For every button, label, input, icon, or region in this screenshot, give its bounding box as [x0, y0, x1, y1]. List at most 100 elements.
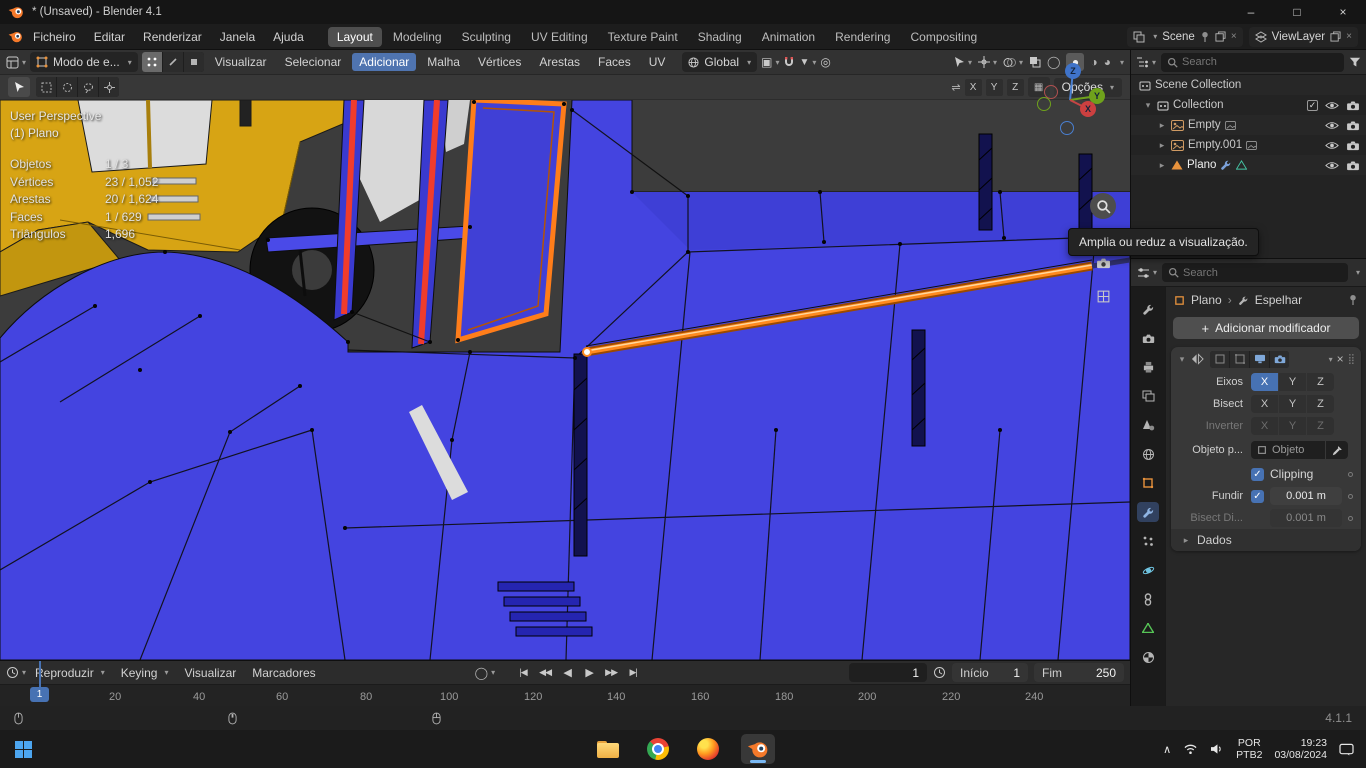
viewlayer-tab[interactable]: [1137, 386, 1159, 406]
menu-markers[interactable]: Marcadores: [245, 664, 322, 682]
orthographic-toggle-button[interactable]: [1090, 283, 1116, 309]
vertex-select-icon[interactable]: [141, 52, 162, 72]
merge-checkbox[interactable]: ✓: [1251, 489, 1264, 503]
clipping-checkbox[interactable]: ✓: [1251, 467, 1264, 481]
active-tool-icon[interactable]: [8, 77, 30, 97]
hide-eye-icon[interactable]: [1325, 161, 1339, 170]
breadcrumb-modifier[interactable]: Espelhar: [1255, 293, 1302, 307]
unlink-scene-icon[interactable]: ×: [1231, 31, 1237, 42]
hide-eye-icon[interactable]: [1325, 101, 1339, 110]
menu-keying[interactable]: Keying ▾: [114, 664, 176, 682]
workspace-tab-animation[interactable]: Animation: [753, 27, 824, 47]
menu-uv[interactable]: UV: [642, 53, 673, 71]
edge-select-icon[interactable]: [162, 52, 183, 72]
workspace-tab-sculpting[interactable]: Sculpting: [453, 27, 520, 47]
next-keyframe-button[interactable]: ▶▶: [601, 663, 622, 682]
menu-edit[interactable]: Editar: [86, 27, 133, 47]
editor-type-icon[interactable]: ▾: [6, 56, 26, 69]
tool-tab[interactable]: [1137, 299, 1159, 319]
realtime-toggle[interactable]: [1250, 350, 1269, 368]
firefox-icon[interactable]: [691, 734, 725, 764]
new-scene-icon[interactable]: [1215, 31, 1226, 42]
bisect-y-toggle[interactable]: Y: [1279, 395, 1306, 413]
scene-tab[interactable]: [1137, 415, 1159, 435]
hide-eye-icon[interactable]: [1325, 141, 1339, 150]
collapse-icon[interactable]: ▾: [1177, 354, 1187, 365]
axis-minus-y[interactable]: [1037, 97, 1051, 111]
particles-tab[interactable]: [1137, 531, 1159, 551]
autokey-toggle-icon[interactable]: ◯ ▾: [475, 666, 495, 680]
data-subpanel-header[interactable]: ▸ Dados: [1171, 529, 1361, 551]
menu-select[interactable]: Selecionar: [278, 53, 349, 71]
menu-add[interactable]: Adicionar: [352, 53, 417, 71]
cursor-tool-icon[interactable]: [99, 77, 119, 97]
menu-view[interactable]: Visualizar: [177, 664, 243, 682]
current-frame-field[interactable]: 1: [849, 663, 927, 682]
play-reverse-button[interactable]: ◀: [557, 663, 578, 682]
menu-face[interactable]: Faces: [591, 53, 638, 71]
mirror-x-toggle[interactable]: X: [964, 78, 982, 96]
transform-orientation-dropdown[interactable]: Global ▾: [682, 52, 758, 72]
disable-render-icon[interactable]: [1346, 120, 1360, 131]
collection-checkbox[interactable]: ✓: [1307, 99, 1318, 111]
outliner-search[interactable]: [1161, 52, 1344, 72]
keyframe-dot[interactable]: [1348, 493, 1353, 499]
properties-editor-icon[interactable]: ▾: [1137, 267, 1157, 279]
mirror-object-field[interactable]: Objeto: [1251, 441, 1325, 459]
menu-vertex[interactable]: Vértices: [471, 53, 528, 71]
modifiers-tab[interactable]: [1137, 502, 1159, 522]
outliner-editor-icon[interactable]: ▾: [1136, 56, 1156, 68]
axis-minus-x[interactable]: [1044, 85, 1058, 99]
properties-search[interactable]: [1162, 263, 1348, 282]
hide-eye-icon[interactable]: [1325, 121, 1339, 130]
new-viewlayer-icon[interactable]: [1330, 31, 1341, 42]
clock[interactable]: 19:23 03/08/2024: [1274, 737, 1327, 761]
render-toggle[interactable]: [1270, 350, 1289, 368]
pivot-point-dropdown[interactable]: ▣ ▾: [761, 55, 779, 69]
edit-mode-toggle[interactable]: [1230, 350, 1249, 368]
world-tab[interactable]: [1137, 444, 1159, 464]
merge-threshold-field[interactable]: 0.001 m: [1270, 487, 1342, 505]
filter-icon[interactable]: [1349, 56, 1361, 68]
outliner-search-input[interactable]: [1182, 56, 1338, 68]
remove-viewlayer-icon[interactable]: ×: [1346, 31, 1352, 42]
axis-minus-z[interactable]: [1060, 121, 1074, 135]
outliner-row-empty[interactable]: ▸ Empty: [1131, 115, 1366, 135]
modifier-drag-handle[interactable]: ⣿: [1348, 354, 1355, 365]
bisect-distance-field[interactable]: 0.001 m: [1270, 509, 1342, 527]
volume-icon[interactable]: [1210, 743, 1224, 755]
disable-render-icon[interactable]: [1346, 140, 1360, 151]
tweak-tool-icon[interactable]: ▾: [954, 56, 972, 68]
bisect-x-toggle[interactable]: X: [1251, 395, 1278, 413]
workspace-tab-texture-paint[interactable]: Texture Paint: [599, 27, 687, 47]
menu-render[interactable]: Renderizar: [135, 27, 210, 47]
timeline-editor-icon[interactable]: ▾: [6, 666, 26, 679]
jump-end-button[interactable]: ▶|: [623, 663, 644, 682]
menu-view[interactable]: Visualizar: [208, 53, 274, 71]
physics-tab[interactable]: [1137, 560, 1159, 580]
mode-dropdown[interactable]: Modo de e... ▾: [30, 52, 138, 72]
snap-magnet-icon[interactable]: [783, 56, 795, 68]
select-lasso-icon[interactable]: [78, 77, 98, 97]
workspace-tab-rendering[interactable]: Rendering: [826, 27, 899, 47]
modifier-extras-dropdown[interactable]: ▾: [1329, 355, 1333, 364]
mirror-y-toggle[interactable]: Y: [985, 78, 1003, 96]
mirror-z-toggle[interactable]: Z: [1006, 78, 1024, 96]
outliner-row-plano[interactable]: ▸ Plano: [1131, 155, 1366, 175]
flip-z-toggle[interactable]: Z: [1307, 417, 1334, 435]
file-explorer-icon[interactable]: [591, 734, 625, 764]
hidden-icons-chevron[interactable]: ∧: [1163, 743, 1171, 756]
modifier-close-icon[interactable]: ×: [1337, 352, 1344, 366]
axis-x-toggle[interactable]: X: [1251, 373, 1278, 391]
render-tab[interactable]: [1137, 328, 1159, 348]
mirror-modifier-header[interactable]: ▾ ▾ × ⣿: [1171, 347, 1361, 371]
axis-z-toggle[interactable]: Z: [1307, 373, 1334, 391]
shading-dropdown-icon[interactable]: ▾: [1120, 58, 1124, 67]
outliner-row-scene-collection[interactable]: Scene Collection: [1131, 75, 1366, 95]
disable-render-icon[interactable]: [1346, 160, 1360, 171]
menu-mesh[interactable]: Malha: [420, 53, 467, 71]
play-button[interactable]: ▶: [579, 663, 600, 682]
expand-icon[interactable]: ▸: [1157, 160, 1167, 171]
zoom-button[interactable]: [1090, 193, 1116, 219]
overlays-toggle-icon[interactable]: ▾: [1003, 57, 1023, 68]
